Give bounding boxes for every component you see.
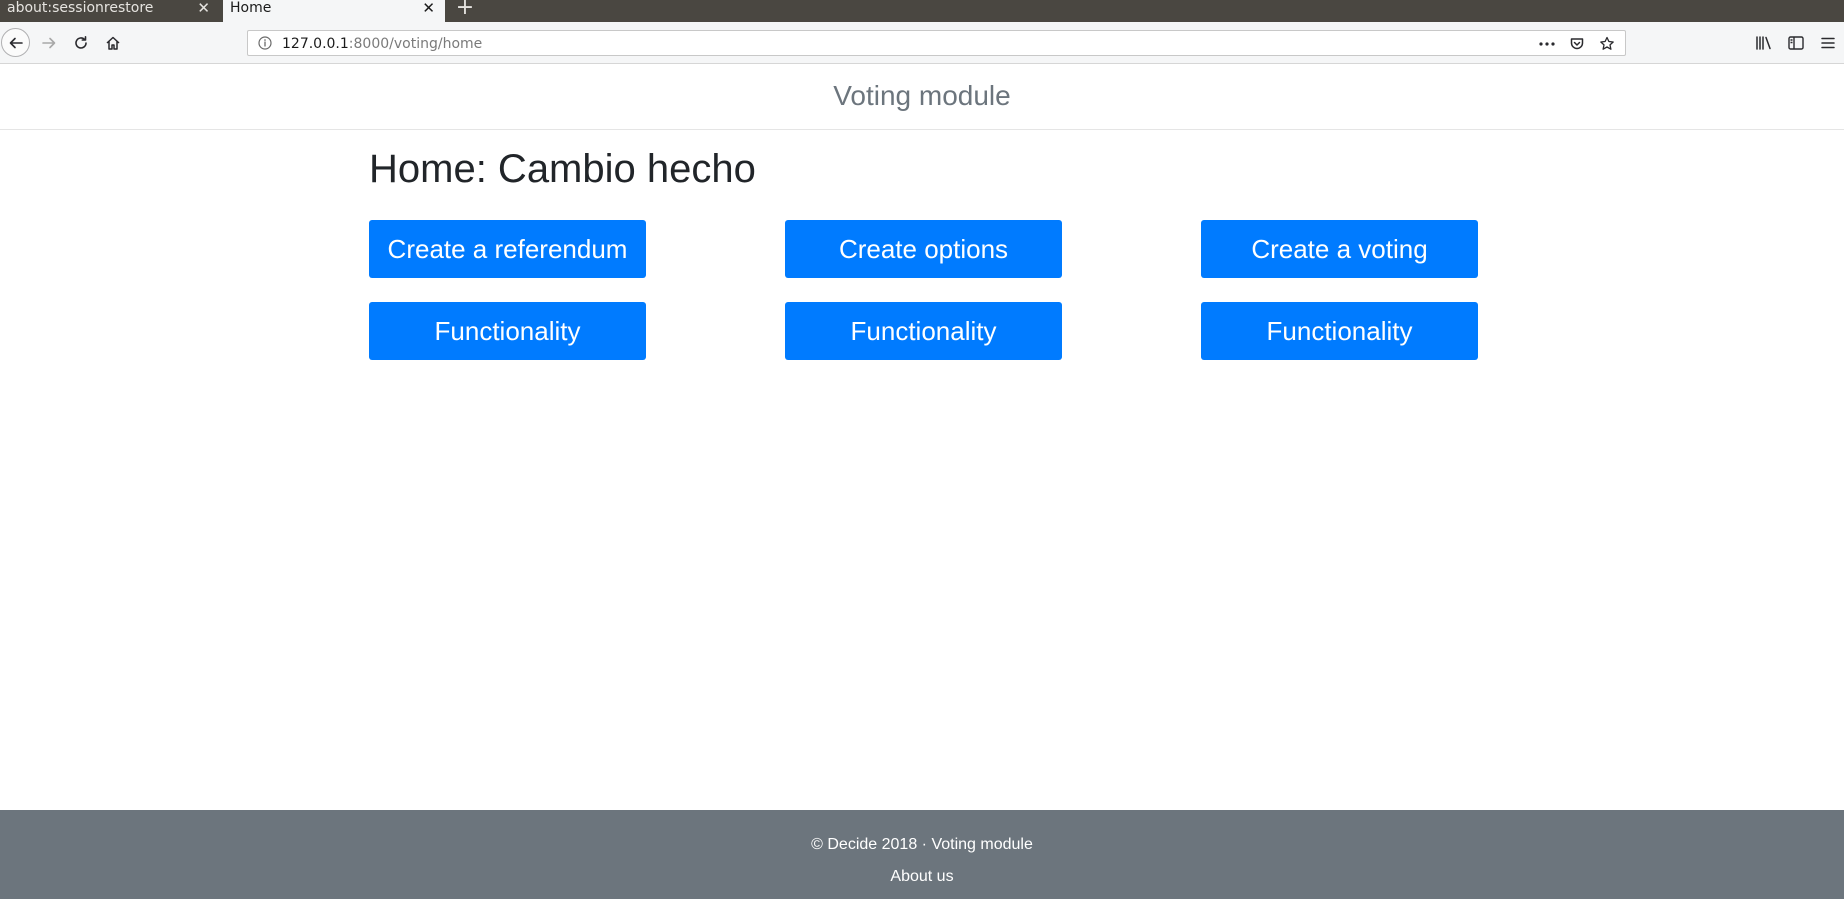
pocket-icon[interactable] — [1567, 34, 1587, 54]
functionality-button-1[interactable]: Functionality — [369, 302, 646, 360]
close-tab-icon[interactable]: ✕ — [197, 0, 210, 16]
tab-title: Home — [230, 0, 272, 16]
address-bar[interactable]: 127.0.0.1:8000/voting/home — [247, 30, 1626, 56]
functionality-button-2[interactable]: Functionality — [785, 302, 1062, 360]
site-footer: © Decide 2018 · Voting module About us — [0, 810, 1844, 899]
page-title: Home: Cambio hecho — [369, 147, 756, 191]
create-options-button[interactable]: Create options — [785, 220, 1062, 278]
footer-copyright: © Decide 2018 · Voting module — [811, 836, 1033, 853]
forward-button[interactable] — [35, 29, 63, 57]
url-text[interactable]: 127.0.0.1:8000/voting/home — [282, 36, 482, 52]
tab-sessionrestore[interactable]: about:sessionrestore ✕ — [0, 0, 220, 22]
back-arrow-icon — [9, 37, 23, 48]
site-header: Voting module — [0, 64, 1844, 130]
more-dots-icon[interactable] — [1537, 34, 1557, 54]
tab-title: about:sessionrestore — [7, 0, 154, 16]
menu-icon[interactable] — [1812, 31, 1844, 55]
bookmark-star-icon[interactable] — [1597, 34, 1617, 54]
sidebar-icon[interactable] — [1780, 31, 1812, 55]
forward-arrow-icon — [42, 37, 56, 49]
reload-button[interactable] — [67, 29, 95, 57]
url-path: :8000/voting/home — [348, 36, 483, 52]
create-voting-button[interactable]: Create a voting — [1201, 220, 1478, 278]
tab-strip: about:sessionrestore ✕ Home ✕ + — [0, 0, 1844, 22]
navigation-toolbar: 127.0.0.1:8000/voting/home — [0, 22, 1844, 64]
about-us-link[interactable]: About us — [0, 867, 1844, 887]
library-icon[interactable] — [1748, 31, 1780, 55]
brand-title: Voting module — [833, 80, 1011, 111]
home-icon — [106, 36, 120, 50]
tab-home[interactable]: Home ✕ — [223, 0, 445, 22]
create-referendum-button[interactable]: Create a referendum — [369, 220, 646, 278]
functionality-button-3[interactable]: Functionality — [1201, 302, 1478, 360]
reload-icon — [75, 36, 87, 49]
info-icon[interactable] — [258, 36, 272, 55]
home-button[interactable] — [99, 29, 127, 57]
close-tab-icon[interactable]: ✕ — [422, 0, 435, 16]
url-host: 127.0.0.1 — [282, 36, 349, 52]
new-tab-button[interactable]: + — [455, 0, 475, 20]
back-button[interactable] — [1, 28, 30, 57]
